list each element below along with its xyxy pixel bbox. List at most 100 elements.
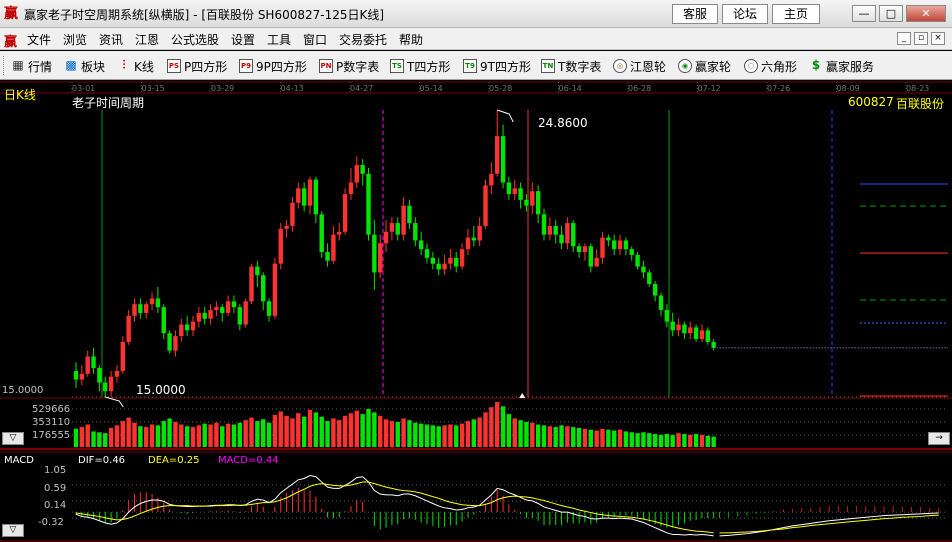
9p-square-button[interactable]: P9 9P四方形 [239, 57, 307, 75]
mdi-restore-button[interactable]: ▫ [914, 32, 928, 45]
candle-body [629, 249, 634, 255]
candle-body [524, 199, 529, 206]
volume-bar [565, 426, 570, 447]
volume-bar [693, 434, 699, 447]
9t-square-button[interactable]: T9 9T四方形 [463, 57, 531, 75]
volume-tick-2: 353110 [32, 417, 71, 428]
menu-settings[interactable]: 设置 [231, 31, 255, 48]
candle-body [108, 376, 114, 392]
candle-body [208, 310, 213, 319]
stock-code: 600827 [848, 95, 894, 109]
volume-bar [73, 428, 79, 447]
menu-browse[interactable]: 浏览 [63, 31, 87, 48]
chart-area[interactable]: 03-01 03-15 03-29 04-13 04-27 05-14 05-28 06-14… [0, 80, 952, 542]
volume-bar [617, 429, 623, 447]
volume-bar [225, 423, 231, 447]
candle-body [243, 301, 248, 325]
9p-square-label: 9P四方形 [256, 59, 307, 74]
candle-body [348, 182, 354, 195]
t-square-button[interactable]: TS T四方形 [390, 57, 450, 75]
volume-bar [97, 432, 102, 447]
candle-body [664, 310, 670, 322]
candle-body [149, 298, 155, 305]
candle-body [647, 272, 652, 284]
candle-body [214, 307, 219, 311]
volume-bar [541, 425, 547, 447]
forum-button[interactable]: 论坛 [722, 4, 768, 24]
homepage-button[interactable]: 主页 [772, 4, 820, 24]
candle-body [91, 356, 96, 369]
winner-wheel-button[interactable]: ◉ 赢家轮 [678, 57, 731, 75]
quotes-button[interactable]: ▦ 行情 [11, 57, 52, 75]
minimize-button[interactable]: — [852, 5, 876, 22]
close-button[interactable]: ✕ [906, 5, 946, 22]
volume-bar [202, 423, 207, 447]
candle-body [237, 307, 242, 325]
candle-body [301, 188, 307, 206]
candle-body [231, 301, 237, 308]
volume-bar [167, 418, 172, 447]
candle-body [512, 188, 517, 195]
volume-bar [600, 428, 605, 447]
candle-body [606, 237, 611, 241]
candle-body [342, 194, 348, 232]
hexagon-label: 六角形 [761, 59, 798, 74]
kline-chart-svg[interactable]: 03-01 03-15 03-29 04-13 04-27 05-14 05-28 06-14… [0, 80, 952, 542]
t-number-table-button[interactable]: TN T数字表 [541, 57, 601, 75]
volume-bar [266, 422, 272, 447]
maximize-button[interactable]: □ [879, 5, 903, 22]
macd-scroll-button[interactable]: ▽ [2, 524, 24, 537]
menu-formula-screen[interactable]: 公式选股 [171, 31, 219, 48]
candle-body [278, 228, 283, 264]
candle-body [173, 336, 178, 351]
mdi-close-button[interactable]: × [931, 32, 945, 45]
customer-service-button[interactable]: 客服 [672, 4, 718, 24]
date-tick-label: 07-26 [767, 84, 790, 93]
candle-body [670, 321, 675, 331]
candle-body [79, 373, 85, 380]
candle-body [225, 301, 231, 313]
volume-bar [682, 434, 687, 447]
peak-marker [519, 393, 526, 398]
scroll-right-button[interactable]: → [928, 432, 950, 445]
kline-button[interactable]: ⫶ K线 [117, 57, 153, 75]
volume-bar [705, 435, 710, 447]
volume-bar [629, 432, 634, 447]
p-number-table-button[interactable]: PN P数字表 [319, 57, 379, 75]
volume-bar [284, 415, 289, 447]
candle-body [272, 263, 278, 316]
candle-body [325, 252, 330, 261]
candle-body [407, 205, 412, 224]
menu-trade[interactable]: 交易委托 [339, 31, 387, 48]
candle-body [354, 165, 359, 183]
menu-help[interactable]: 帮助 [399, 31, 423, 48]
candle-body [190, 321, 196, 331]
menu-gann[interactable]: 江恩 [135, 31, 159, 48]
candle-body [331, 234, 336, 261]
winner-service-button[interactable]: $ 赢家服务 [809, 57, 874, 75]
menu-window[interactable]: 窗口 [303, 31, 327, 48]
candle-body [126, 315, 131, 342]
date-tick-label: 08-09 [837, 84, 860, 93]
hexagon-button[interactable]: ⬡ 六角形 [744, 57, 797, 75]
toolbar-grip[interactable] [3, 56, 6, 75]
candle-body [565, 223, 570, 244]
candle-body [196, 312, 202, 322]
date-tick-label: 03-15 [142, 84, 165, 93]
scroll-down-button[interactable]: ▽ [2, 432, 24, 445]
volume-bar [459, 423, 465, 447]
candle-body [436, 263, 441, 270]
gann-wheel-label: 江恩轮 [630, 59, 667, 74]
sector-button[interactable]: ▩ 板块 [64, 57, 105, 75]
volume-bar [85, 424, 90, 447]
mdi-minimize-button[interactable]: _ [897, 32, 911, 45]
gann-wheel-button[interactable]: ◎ 江恩轮 [613, 57, 666, 75]
hexagon-icon: ⬡ [744, 59, 758, 73]
volume-bar [711, 436, 716, 447]
menu-tools[interactable]: 工具 [267, 31, 291, 48]
menu-file[interactable]: 文件 [27, 31, 51, 48]
volume-bar [553, 427, 558, 447]
menu-info[interactable]: 资讯 [99, 31, 123, 48]
p-square-button[interactable]: PS P四方形 [167, 57, 227, 75]
candle-body [518, 188, 523, 200]
